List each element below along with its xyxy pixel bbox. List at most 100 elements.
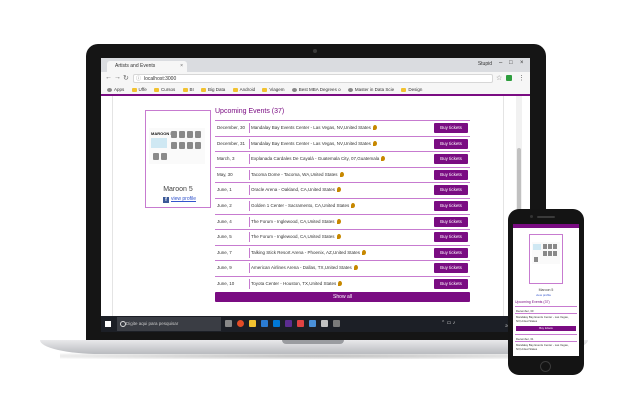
browser-tab[interactable]: Artists and Events × xyxy=(107,61,187,72)
minimize-icon[interactable]: – xyxy=(499,60,502,66)
app-icon[interactable] xyxy=(309,320,316,327)
event-venue: Tacoma Dome - Tacoma, WA,United States xyxy=(251,168,344,182)
profile-name[interactable]: Stupid xyxy=(478,61,492,67)
member-photo xyxy=(534,257,538,262)
bookmark-item[interactable]: Apps xyxy=(107,85,124,94)
bookmark-item[interactable]: Uffe xyxy=(131,85,147,94)
buy-tickets-button[interactable]: Buy tickets xyxy=(434,185,468,196)
buy-tickets-button[interactable]: Buy tickets xyxy=(434,201,468,211)
bookmark-star-icon[interactable]: ☆ xyxy=(496,74,502,82)
buy-tickets-button[interactable]: Buy tickets xyxy=(434,154,468,165)
reload-icon[interactable]: ↻ xyxy=(123,74,129,82)
event-row: March, 3 Explanada Cardales De Cayalá - G… xyxy=(215,151,470,166)
map-pin-icon[interactable] xyxy=(338,281,343,286)
event-venue: Toyota Center - Houston, TX,United State… xyxy=(251,277,343,291)
event-row: December, 30 Mandalay Bay Events Center -… xyxy=(215,120,470,135)
buy-tickets-button[interactable]: Buy tickets xyxy=(434,247,468,258)
url-input[interactable]: ⓘ localhost:3000 xyxy=(133,74,493,83)
bookmark-item[interactable]: Master in Data Scie xyxy=(347,85,394,94)
event-date: June, 10 xyxy=(217,281,235,286)
poster-title: MAROON 5 xyxy=(151,131,173,136)
store-icon[interactable] xyxy=(273,320,280,327)
chrome-icon[interactable] xyxy=(237,320,244,327)
buy-tickets-button[interactable]: Buy tickets xyxy=(434,169,468,180)
buy-tickets-button[interactable]: Buy tickets xyxy=(434,232,468,243)
globe-icon xyxy=(347,87,353,92)
phone-buy-tickets-button[interactable]: Buy tickets xyxy=(516,326,576,331)
divider xyxy=(515,334,577,335)
windows-start-icon[interactable] xyxy=(105,321,111,327)
buy-tickets-button[interactable]: Buy tickets xyxy=(434,123,468,133)
event-venue: Oracle Arena - Oakland, CA,United States xyxy=(251,183,342,197)
info-icon: ⓘ xyxy=(136,76,142,82)
member-photo xyxy=(195,142,201,149)
divider xyxy=(515,306,577,307)
map-pin-icon[interactable] xyxy=(372,140,377,146)
map-pin-icon[interactable] xyxy=(372,125,377,130)
bookmark-item[interactable]: Android xyxy=(232,85,255,94)
bookmark-item[interactable]: Big Data xyxy=(201,85,225,94)
map-pin-icon[interactable] xyxy=(336,218,341,224)
bookmark-item[interactable]: Viagem xyxy=(262,85,285,94)
map-pin-icon[interactable] xyxy=(353,265,358,271)
buy-tickets-button[interactable]: Buy tickets xyxy=(434,138,468,149)
globe-icon xyxy=(291,87,297,92)
phone-view-profile-link[interactable]: view profile xyxy=(536,293,551,297)
more-menu-icon[interactable]: ⋮ xyxy=(518,74,525,82)
map-pin-icon[interactable] xyxy=(381,156,386,162)
divider xyxy=(249,185,250,196)
event-row: June, 7 Talking Stick Resort Arena - Phoe… xyxy=(215,244,470,260)
member-photo xyxy=(548,244,552,249)
event-date: June, 1 xyxy=(217,187,232,193)
venue-text: Toyota Center - Houston, TX,United State… xyxy=(251,281,337,286)
event-date: March, 3 xyxy=(217,156,235,162)
divider xyxy=(515,341,577,342)
bookmark-item[interactable]: Design xyxy=(401,85,422,94)
member-photo xyxy=(553,251,557,256)
app-icon[interactable] xyxy=(297,320,304,327)
map-pin-icon[interactable] xyxy=(336,234,341,240)
phone-header-bar xyxy=(513,224,579,228)
phone-home-button[interactable] xyxy=(540,361,551,372)
venue-text: American Airlines Arena - Dallas, TX,Uni… xyxy=(251,265,352,271)
member-photo xyxy=(171,131,177,138)
buy-tickets-button[interactable]: Buy tickets xyxy=(434,263,468,274)
map-pin-icon[interactable] xyxy=(351,203,356,208)
back-arrow-icon[interactable]: ← xyxy=(105,74,112,81)
window-close-icon[interactable]: × xyxy=(520,60,524,66)
event-row: June, 10 Toyota Center - Houston, TX,Unit… xyxy=(215,276,470,291)
maximize-icon[interactable]: □ xyxy=(509,60,513,66)
extension-icon[interactable] xyxy=(506,75,512,81)
close-icon[interactable]: × xyxy=(180,61,183,72)
view-profile-link[interactable]: view profile xyxy=(171,196,196,202)
event-date: June, 4 xyxy=(217,218,232,224)
member-photo xyxy=(543,244,547,249)
bookmark-item[interactable]: Cursos xyxy=(153,85,175,94)
event-row: June, 9 American Airlines Arena - Dallas,… xyxy=(215,260,470,275)
system-tray-icons[interactable]: ⌃ ▭ ♪ xyxy=(441,320,455,326)
task-view-icon[interactable] xyxy=(225,320,232,327)
facebook-icon[interactable]: f xyxy=(163,197,169,203)
visual-studio-icon[interactable] xyxy=(285,320,292,327)
taskbar-search-input[interactable]: Digite aqui para pesquisar xyxy=(117,317,221,331)
show-all-button[interactable]: Show all xyxy=(215,292,470,302)
buy-tickets-button[interactable]: Buy tickets xyxy=(434,216,468,227)
map-pin-icon[interactable] xyxy=(339,171,344,177)
buy-tickets-button[interactable]: Buy tickets xyxy=(434,279,468,289)
bookmark-item[interactable]: Best MBA Degrees o xyxy=(291,85,341,94)
phone-camera xyxy=(530,215,533,218)
divider xyxy=(249,123,250,133)
event-row: June, 5 The Forum - Inglewood, CA,United … xyxy=(215,229,470,244)
bookmark-item[interactable]: BI xyxy=(182,85,194,94)
app-icon[interactable] xyxy=(333,320,340,327)
forward-arrow-icon[interactable]: → xyxy=(114,74,121,81)
cortana-icon xyxy=(120,321,126,327)
app-icon[interactable] xyxy=(321,320,328,327)
laptop-notch xyxy=(282,340,344,344)
event-venue: American Airlines Arena - Dallas, TX,Uni… xyxy=(251,261,358,275)
file-explorer-icon[interactable] xyxy=(249,320,256,327)
map-pin-icon[interactable] xyxy=(337,187,342,193)
vscode-icon[interactable] xyxy=(261,320,268,327)
map-pin-icon[interactable] xyxy=(362,249,367,255)
venue-text: Mandalay Bay Events Center - Las Vegas, … xyxy=(251,125,371,130)
